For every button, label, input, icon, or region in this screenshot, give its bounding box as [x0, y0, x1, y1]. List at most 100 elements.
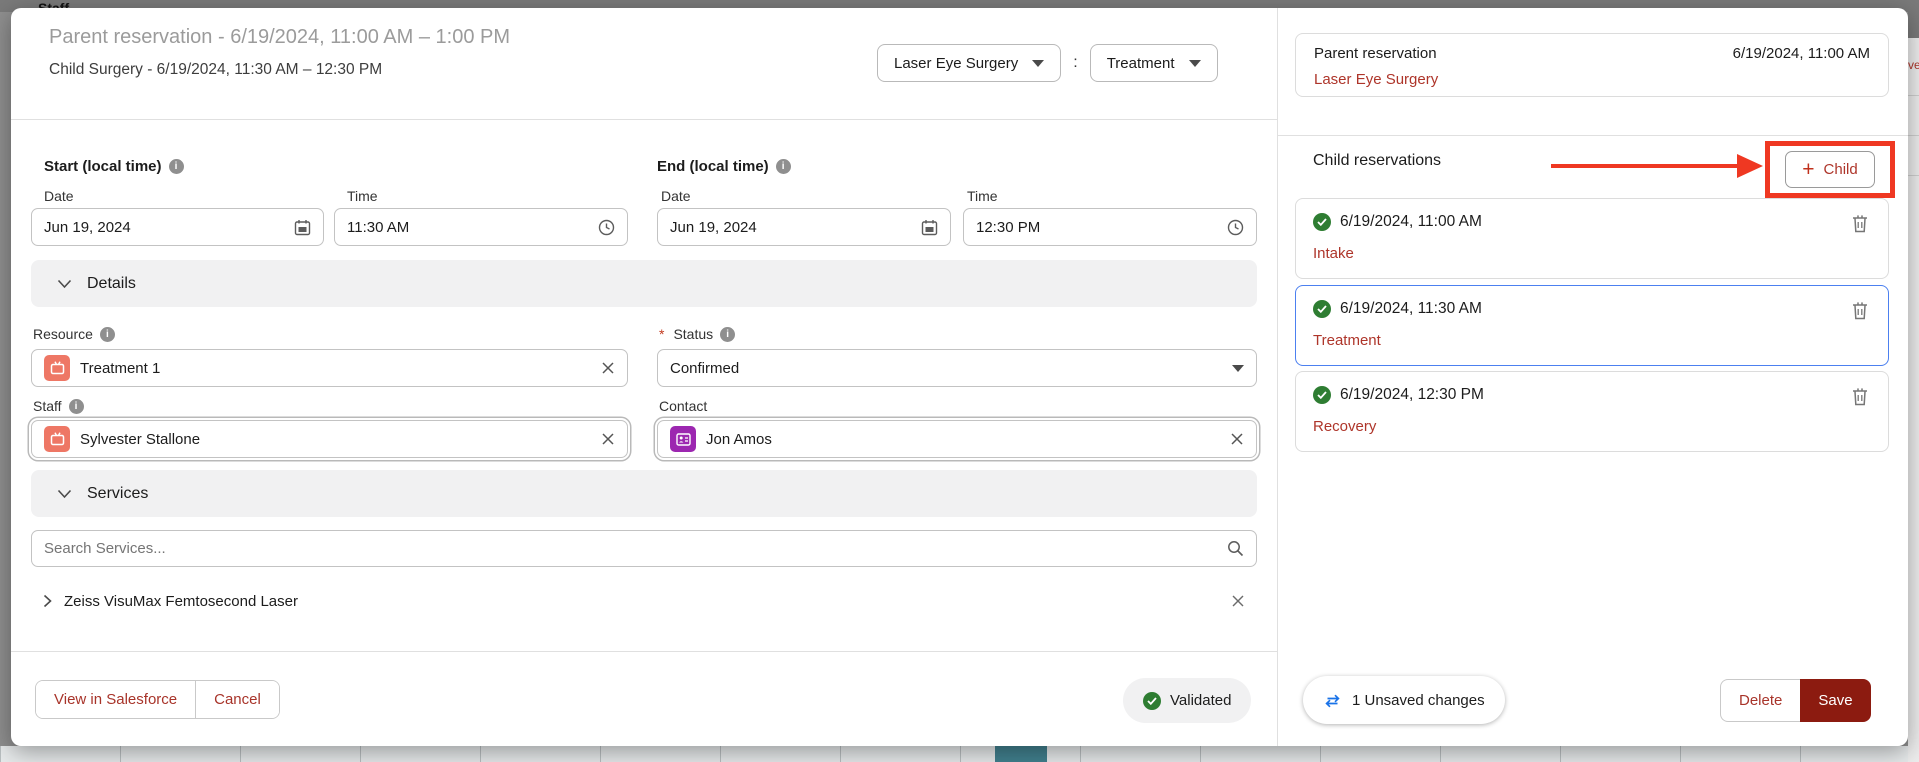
details-section-label: Details — [87, 275, 136, 293]
remove-service-icon[interactable] — [1231, 594, 1245, 608]
required-asterisk: * — [659, 326, 664, 342]
trash-icon[interactable] — [1852, 387, 1868, 406]
staff-label: Staff i — [33, 398, 84, 414]
trash-icon[interactable] — [1852, 214, 1868, 233]
search-icon[interactable] — [1227, 540, 1244, 557]
delete-button[interactable]: Delete — [1720, 679, 1800, 722]
end-time-input[interactable] — [976, 219, 1217, 236]
background-schedule-grid — [0, 746, 1919, 762]
check-circle-icon — [1313, 213, 1331, 231]
annotation-highlight-box: + Child — [1765, 141, 1895, 198]
services-search-field[interactable] — [31, 530, 1257, 567]
reservation-type-controls: Laser Eye Surgery : Treatment — [877, 44, 1218, 82]
start-time-label: Start (local time) i — [44, 158, 184, 175]
status-input[interactable] — [670, 360, 1222, 377]
start-time-field[interactable] — [334, 208, 628, 246]
validated-badge: Validated — [1123, 678, 1251, 723]
status-label: * Status i — [659, 326, 735, 342]
service-item-name: Zeiss VisuMax Femtosecond Laser — [64, 593, 298, 610]
trash-icon[interactable] — [1852, 301, 1868, 320]
child-reservation-card[interactable]: 6/19/2024, 11:00 AM Intake — [1295, 198, 1889, 279]
start-date-label: Date — [44, 188, 74, 204]
footer-left-buttons: View in Salesforce Cancel — [35, 680, 280, 719]
reservation-type-value: Laser Eye Surgery — [894, 55, 1018, 72]
parent-card-title: Parent reservation — [1314, 45, 1437, 62]
child-reservation-card[interactable]: 6/19/2024, 12:30 PM Recovery — [1295, 371, 1889, 452]
info-icon[interactable]: i — [169, 159, 184, 174]
unsaved-changes-badge[interactable]: 1 Unsaved changes — [1303, 676, 1505, 724]
details-section-header[interactable]: Details — [31, 260, 1257, 307]
add-child-label: Child — [1824, 161, 1858, 178]
header-divider — [11, 119, 1277, 120]
resource-field[interactable] — [31, 349, 628, 387]
start-time-sublabel: Time — [347, 188, 378, 204]
info-icon[interactable]: i — [69, 399, 84, 414]
end-time-field[interactable] — [963, 208, 1257, 246]
staff-icon — [44, 426, 70, 452]
status-select[interactable] — [657, 349, 1257, 387]
start-date-field[interactable] — [31, 208, 324, 246]
child-surgery-title: Child Surgery - 6/19/2024, 11:30 AM – 12… — [49, 61, 382, 79]
footer-divider — [11, 651, 1277, 652]
background-app-right: ve — [1908, 0, 1919, 762]
chevron-down-icon — [57, 489, 72, 499]
info-icon[interactable]: i — [720, 327, 735, 342]
child-reservations-heading: Child reservations — [1313, 152, 1441, 170]
end-time-sublabel: Time — [967, 188, 998, 204]
child-card-type: Intake — [1313, 245, 1354, 262]
info-icon[interactable]: i — [100, 327, 115, 342]
add-child-button[interactable]: + Child — [1785, 151, 1874, 188]
parent-card-datetime: 6/19/2024, 11:00 AM — [1733, 45, 1870, 62]
panel-divider — [1277, 8, 1278, 746]
start-time-input[interactable] — [347, 219, 588, 236]
resource-label: Resource i — [33, 326, 115, 342]
clear-contact-icon[interactable] — [1230, 432, 1244, 446]
plus-icon: + — [1802, 159, 1814, 180]
footer-right-buttons: Delete Save — [1720, 679, 1871, 722]
child-card-type: Recovery — [1313, 418, 1376, 435]
clock-icon[interactable] — [598, 219, 615, 236]
sync-icon — [1323, 693, 1342, 708]
clock-icon[interactable] — [1227, 219, 1244, 236]
services-search-input[interactable] — [44, 540, 1217, 557]
services-section-label: Services — [87, 485, 148, 503]
contact-icon — [670, 426, 696, 452]
staff-field[interactable] — [31, 420, 628, 458]
child-card-datetime: 6/19/2024, 12:30 PM — [1340, 386, 1484, 404]
service-item-row[interactable]: Zeiss VisuMax Femtosecond Laser — [31, 586, 1257, 616]
staff-input[interactable] — [80, 431, 591, 448]
annotation-arrow — [1551, 164, 1743, 168]
start-date-input[interactable] — [44, 219, 284, 236]
parent-reservation-card[interactable]: Parent reservation 6/19/2024, 11:00 AM L… — [1295, 33, 1889, 97]
contact-label: Contact — [659, 398, 707, 414]
reservation-type-select[interactable]: Laser Eye Surgery — [877, 44, 1061, 82]
clear-resource-icon[interactable] — [601, 361, 615, 375]
resource-input[interactable] — [80, 360, 591, 377]
end-date-input[interactable] — [670, 219, 911, 236]
parent-card-type: Laser Eye Surgery — [1314, 71, 1438, 88]
check-circle-icon — [1313, 300, 1331, 318]
clear-staff-icon[interactable] — [601, 432, 615, 446]
child-card-datetime: 6/19/2024, 11:00 AM — [1340, 213, 1482, 231]
right-panel-divider — [1278, 135, 1908, 136]
contact-field[interactable] — [657, 420, 1257, 458]
view-in-salesforce-button[interactable]: View in Salesforce — [36, 681, 195, 718]
calendar-icon[interactable] — [294, 219, 311, 236]
validated-label: Validated — [1170, 692, 1231, 709]
chevron-down-icon — [1232, 365, 1244, 372]
end-time-label: End (local time) i — [657, 158, 791, 175]
contact-input[interactable] — [706, 431, 1220, 448]
services-section-header[interactable]: Services — [31, 470, 1257, 517]
end-date-field[interactable] — [657, 208, 951, 246]
save-button[interactable]: Save — [1800, 679, 1870, 722]
child-card-type: Treatment — [1313, 332, 1381, 349]
reservation-subtype-select[interactable]: Treatment — [1090, 44, 1218, 82]
background-teal-cell — [995, 746, 1047, 762]
info-icon[interactable]: i — [776, 159, 791, 174]
cancel-button[interactable]: Cancel — [195, 681, 279, 718]
calendar-icon[interactable] — [921, 219, 938, 236]
check-circle-icon — [1313, 386, 1331, 404]
child-reservation-card-selected[interactable]: 6/19/2024, 11:30 AM Treatment — [1295, 285, 1889, 366]
reservation-subtype-value: Treatment — [1107, 55, 1175, 72]
unsaved-changes-label: 1 Unsaved changes — [1352, 692, 1485, 709]
